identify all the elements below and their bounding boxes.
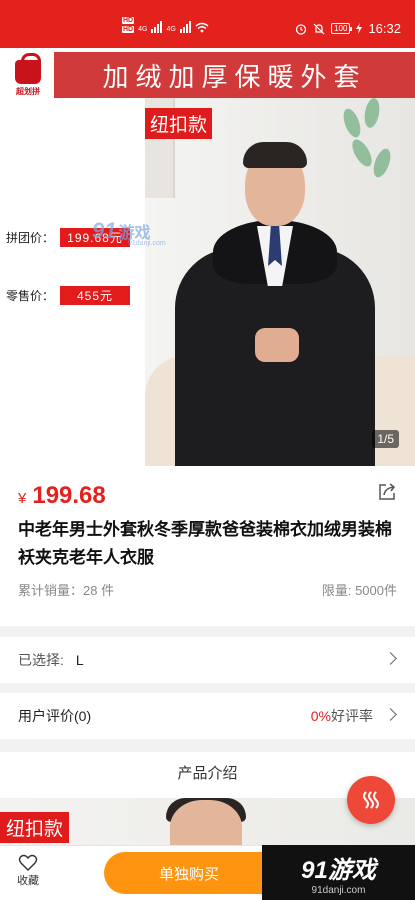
share-icon[interactable] [377, 482, 397, 502]
chevron-right-icon [384, 708, 397, 721]
image-pager: 1/5 [372, 430, 399, 448]
sales-count: 累计销量：28 件 [18, 583, 115, 598]
positive-rate-percent: 0% [310, 708, 331, 724]
battery-icon: 100 [331, 23, 353, 34]
positive-rate-label: 好评率 [331, 708, 373, 724]
logo-text: 超划拼 [16, 87, 40, 96]
intro-title: 产品介绍 [177, 765, 238, 782]
wave-icon [363, 791, 379, 809]
selected-label: 已选择: [18, 652, 64, 668]
bag-icon [15, 53, 41, 84]
watermark-num: 91 [92, 218, 117, 243]
mute-icon [313, 23, 325, 34]
currency-symbol: ¥ [18, 490, 27, 507]
network-label-2: 4G [166, 26, 176, 33]
status-bar: HD HD 4G 4G 100 16:32 [0, 0, 415, 48]
plant-decor [335, 98, 395, 208]
spec-selector[interactable]: 已选择: L [0, 637, 415, 683]
watermark-url: 91danji.com [128, 240, 166, 247]
sale-price-label: 零售价： [6, 289, 55, 303]
sale-price-value: 455元 [60, 286, 131, 305]
product-title: 中老年男士外套秋冬季厚款爸爸装棉衣加绒男装棉袄夹克老年人衣服 [18, 520, 392, 567]
hd-badges: HD HD [122, 17, 135, 33]
product-photo: 1/5 [145, 98, 415, 466]
hd-badge-2: HD [122, 26, 135, 33]
signal-icon [151, 21, 163, 33]
wifi-icon [195, 22, 209, 33]
reviews-row[interactable]: 用户评价(0) 0%好评率 [0, 693, 415, 739]
scroll-top-button[interactable] [347, 776, 395, 824]
clock: 16:32 [368, 21, 401, 36]
heart-icon [18, 854, 38, 871]
signal-icon-2 [179, 21, 191, 33]
buy-alone-button[interactable]: 单独购买 [104, 852, 274, 894]
stock-limit: 限量: 5000件 [321, 583, 397, 598]
style-tag: 纽扣款 [145, 108, 213, 139]
watermark-bottom-url: 91danji.com [311, 884, 366, 896]
intro-style-tag: 纽扣款 [0, 812, 70, 843]
favorite-label: 收藏 [17, 875, 39, 887]
watermark-bottom: 91游戏 91danji.com [262, 845, 415, 900]
product-gallery[interactable]: 超划拼 加绒加厚保暖外套 1/5 纽扣款 拼团价： 199.68元 零售价： 4… [0, 48, 415, 466]
watermark-bottom-logo: 91游戏 [301, 856, 376, 884]
reviews-label: 用户评价(0) [18, 708, 92, 724]
watermark: 91 游戏 91danji.com [92, 218, 166, 247]
favorite-button[interactable]: 收藏 [10, 854, 46, 888]
hd-badge-1: HD [122, 17, 135, 24]
price-value: 199.68 [32, 482, 106, 509]
shop-logo: 超划拼 [6, 53, 50, 98]
current-price: ¥ 199.68 [18, 482, 106, 510]
charging-icon [356, 23, 363, 34]
status-left: HD HD 4G 4G [122, 17, 209, 33]
chevron-right-icon [384, 652, 397, 665]
network-label-1: 4G [138, 26, 148, 33]
sale-price-row: 零售价： 455元 [6, 286, 131, 305]
status-right: 100 16:32 [295, 21, 401, 36]
alarm-icon [295, 23, 307, 35]
product-info: ¥ 199.68 中老年男士外套秋冬季厚款爸爸装棉衣加绒男装棉袄夹克老年人衣服 … [0, 466, 415, 626]
selected-value: L [75, 652, 84, 668]
positive-rate: 0%好评率 [311, 706, 373, 726]
group-price-label: 拼团价： [6, 231, 55, 245]
promo-banner: 加绒加厚保暖外套 [54, 52, 415, 98]
